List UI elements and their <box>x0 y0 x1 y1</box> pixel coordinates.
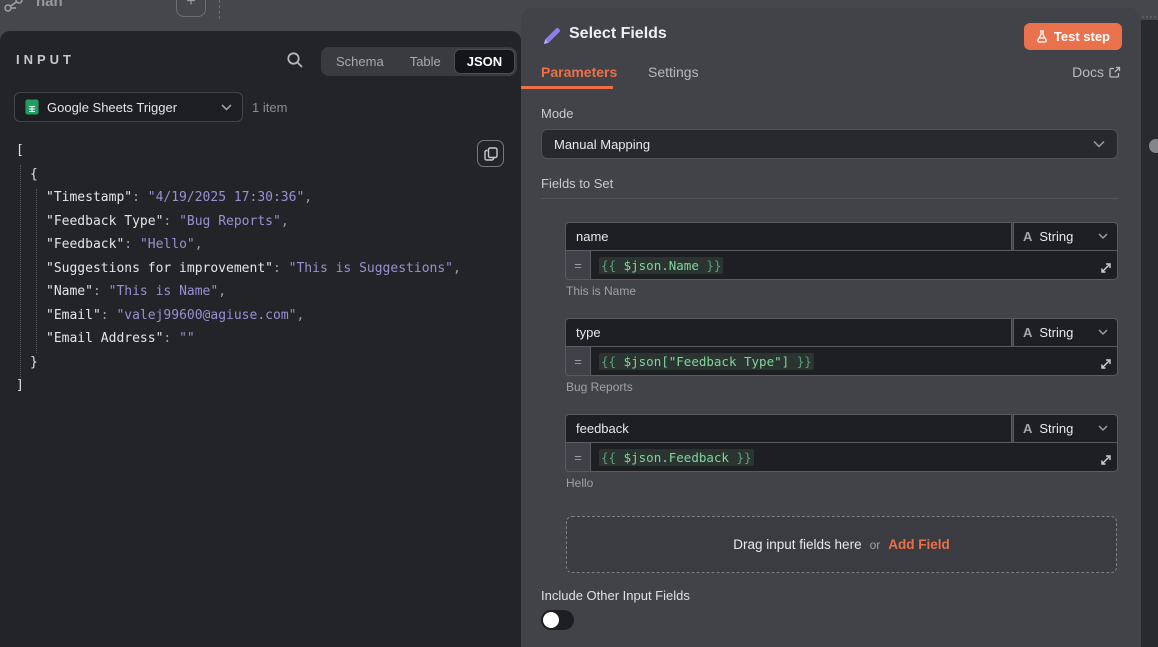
json-line: [ <box>16 139 461 163</box>
drag-fields-dropzone[interactable]: Drag input fields here or Add Field <box>566 516 1117 573</box>
expression-preview: Hello <box>566 476 1118 490</box>
toggle-knob <box>543 612 559 628</box>
expression-equals-badge: = <box>565 346 590 376</box>
node-settings-panel: Select Fields Test step Parameters Setti… <box>521 8 1141 647</box>
flask-icon <box>1036 30 1048 43</box>
string-type-icon: A <box>1023 325 1032 340</box>
section-divider <box>541 198 1118 199</box>
string-type-icon: A <box>1023 229 1032 244</box>
input-source-label: Google Sheets Trigger <box>47 100 213 115</box>
expression-input[interactable]: {{ $json["Feedback Type"] }} <box>590 346 1118 376</box>
field-row: type A String = {{ $json["Feedback Type"… <box>565 318 1118 394</box>
expression-value: {{ $json["Feedback Type"] }} <box>599 353 814 370</box>
dropzone-text: Drag input fields here <box>733 537 861 552</box>
tab-settings[interactable]: Settings <box>648 64 699 80</box>
json-line: } <box>16 351 461 375</box>
string-type-icon: A <box>1023 421 1032 436</box>
expression-equals-badge: = <box>565 250 590 280</box>
input-view-tabs: Schema Table JSON <box>321 47 517 76</box>
google-sheets-icon <box>25 99 39 115</box>
field-type-select[interactable]: A String <box>1013 318 1118 347</box>
chevron-down-icon <box>1098 425 1108 432</box>
test-step-button[interactable]: Test step <box>1024 23 1122 50</box>
workflow-share-icon <box>4 0 28 13</box>
expression-input[interactable]: {{ $json.Name }} <box>590 250 1118 280</box>
field-name-input[interactable]: name <box>565 222 1012 251</box>
expression-preview: Bug Reports <box>566 380 1118 394</box>
json-line: "Email Address": "" <box>16 327 461 351</box>
expression-preview: This is Name <box>566 284 1118 298</box>
expression-value: {{ $json.Name }} <box>599 257 723 274</box>
include-other-fields-toggle[interactable] <box>541 610 574 630</box>
dropzone-or-text: or <box>870 538 881 552</box>
chevron-down-icon <box>221 104 232 111</box>
field-name-input[interactable]: feedback <box>565 414 1012 443</box>
copy-json-button[interactable] <box>477 140 504 167</box>
json-line: "Email": "valej99600@agiuse.com", <box>16 304 461 328</box>
workflow-name: nan <box>36 0 63 10</box>
field-name-value: name <box>576 229 609 244</box>
expression-equals-badge: = <box>565 442 590 472</box>
chevron-down-icon <box>1098 329 1108 336</box>
json-line: "Name": "This is Name", <box>16 280 461 304</box>
fields-to-set-label: Fields to Set <box>541 176 613 191</box>
field-name-input[interactable]: type <box>565 318 1012 347</box>
input-item-count: 1 item <box>252 100 287 115</box>
mode-select[interactable]: Manual Mapping <box>541 129 1118 159</box>
field-type-select[interactable]: A String <box>1013 414 1118 443</box>
add-node-button[interactable]: + <box>176 0 206 17</box>
add-field-button[interactable]: Add Field <box>888 537 950 552</box>
chevron-down-icon <box>1098 233 1108 240</box>
tab-json[interactable]: JSON <box>454 49 515 74</box>
mode-label: Mode <box>541 106 574 121</box>
app-window: nan + INPUT Schema Table JSON Google She… <box>0 0 1158 647</box>
field-row: name A String = {{ $json.Name }} This is… <box>565 222 1118 298</box>
tab-parameters[interactable]: Parameters <box>541 64 617 80</box>
pencil-icon <box>541 26 562 47</box>
node-title: Select Fields <box>569 25 667 43</box>
docs-label: Docs <box>1072 64 1104 80</box>
json-line: "Feedback": "Hello", <box>16 233 461 257</box>
tab-table[interactable]: Table <box>397 49 454 74</box>
field-type-value: String <box>1039 421 1091 436</box>
active-tab-underline <box>521 86 613 89</box>
copy-icon <box>484 147 498 161</box>
field-name-value: type <box>576 325 601 340</box>
tab-schema[interactable]: Schema <box>323 49 397 74</box>
json-line: "Suggestions for improvement": "This is … <box>16 257 461 281</box>
field-row: feedback A String = {{ $json.Feedback }}… <box>565 414 1118 490</box>
external-link-icon <box>1109 66 1121 78</box>
expand-expression-icon[interactable] <box>1099 261 1114 276</box>
input-panel: INPUT Schema Table JSON Google Sheets Tr… <box>0 31 521 647</box>
docs-link[interactable]: Docs <box>1072 64 1121 80</box>
json-line: ] <box>16 374 461 398</box>
json-line: { <box>16 163 461 187</box>
field-type-select[interactable]: A String <box>1013 222 1118 251</box>
fields-list: name A String = {{ $json.Name }} This is… <box>565 222 1118 510</box>
json-line: "Timestamp": "4/19/2025 17:30:36", <box>16 186 461 210</box>
field-type-value: String <box>1039 325 1091 340</box>
expand-expression-icon[interactable] <box>1099 453 1114 468</box>
input-source-select[interactable]: Google Sheets Trigger <box>14 92 243 122</box>
json-line: "Feedback Type": "Bug Reports", <box>16 210 461 234</box>
expand-expression-icon[interactable] <box>1099 357 1114 372</box>
field-type-value: String <box>1039 229 1091 244</box>
json-code: [{"Timestamp": "4/19/2025 17:30:36","Fee… <box>16 139 461 398</box>
mode-value: Manual Mapping <box>554 137 1093 152</box>
chevron-down-icon <box>1093 140 1105 148</box>
canvas-connection-fragment <box>219 0 220 19</box>
expression-input[interactable]: {{ $json.Feedback }} <box>590 442 1118 472</box>
canvas-node-fragment <box>1149 139 1158 153</box>
expression-value: {{ $json.Feedback }} <box>599 449 754 466</box>
output-panel-edge <box>1141 20 1158 647</box>
include-other-fields-label: Include Other Input Fields <box>541 588 690 603</box>
search-icon[interactable] <box>286 50 306 70</box>
input-panel-title: INPUT <box>16 52 75 67</box>
field-name-value: feedback <box>576 421 629 436</box>
test-step-label: Test step <box>1054 29 1110 44</box>
